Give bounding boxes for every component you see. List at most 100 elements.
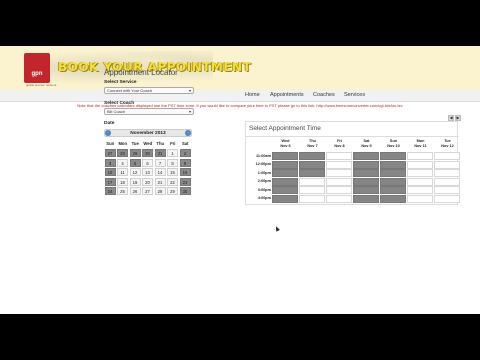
next-week-button[interactable]: ▶ xyxy=(455,115,461,121)
time-slot-booked[interactable] xyxy=(299,169,325,177)
time-slot-open[interactable] xyxy=(407,194,433,203)
calendar-day[interactable]: 21 xyxy=(154,177,166,186)
calendar-day[interactable]: 28 xyxy=(154,187,166,195)
prev-month-button[interactable]: ‹ xyxy=(105,130,111,136)
calendar-day[interactable]: 18 xyxy=(117,177,128,186)
time-slot-booked[interactable] xyxy=(272,186,298,194)
calendar-day[interactable]: 16 xyxy=(179,168,191,176)
date-picker: November 2013 ‹ › Sun Mon Tue Wed Thu Fri Sat … xyxy=(104,129,192,242)
calendar-day[interactable]: 24 xyxy=(104,187,116,195)
time-slot-open[interactable] xyxy=(434,177,460,186)
header-banner: gpn global premier network BOOK YOUR APP… xyxy=(0,46,480,90)
calendar-day[interactable]: 30 xyxy=(179,187,191,195)
nav-coaches[interactable]: Coaches xyxy=(313,92,335,98)
time-slot-booked[interactable] xyxy=(272,194,298,203)
calendar-day[interactable]: 9 xyxy=(179,158,191,167)
time-slot-open[interactable] xyxy=(407,152,433,160)
time-slot-booked[interactable] xyxy=(380,152,406,160)
time-slot-booked[interactable] xyxy=(299,160,325,169)
time-slot-open[interactable] xyxy=(434,194,460,203)
column-date: Nov 6 xyxy=(280,143,291,148)
calendar-day[interactable]: 11 xyxy=(117,168,128,176)
calendar-day[interactable]: 2 xyxy=(179,149,191,157)
calendar-day[interactable]: 22 xyxy=(167,177,178,186)
gpn-logo[interactable]: gpn xyxy=(24,53,50,83)
time-slot-booked[interactable] xyxy=(272,160,298,169)
next-month-button[interactable]: › xyxy=(185,130,191,136)
timezone-notice: Note that the coaches calendars displaye… xyxy=(77,103,403,108)
time-slot-booked[interactable] xyxy=(353,186,379,194)
time-slot-booked[interactable] xyxy=(380,194,406,203)
time-row-label: 3:00pm xyxy=(257,187,271,192)
calendar-day[interactable]: 29 xyxy=(129,149,141,157)
calendar-day[interactable]: 28 xyxy=(117,149,128,157)
time-slot-open[interactable] xyxy=(326,169,352,177)
calendar-day[interactable]: 14 xyxy=(154,168,166,176)
time-slot-booked[interactable] xyxy=(353,194,379,203)
calendar-day[interactable]: 19 xyxy=(129,177,141,186)
time-slot-booked[interactable] xyxy=(353,169,379,177)
time-slot-open[interactable] xyxy=(326,152,352,160)
time-slot-open[interactable] xyxy=(326,160,352,169)
service-select[interactable]: Connect with Your Coach xyxy=(104,87,194,94)
prev-week-button[interactable]: ◀ xyxy=(448,115,454,121)
time-slot-booked[interactable] xyxy=(272,169,298,177)
time-slot-open[interactable] xyxy=(434,169,460,177)
time-slot-booked[interactable] xyxy=(353,160,379,169)
calendar-day[interactable]: 8 xyxy=(167,158,178,167)
calendar-day[interactable]: 3 xyxy=(104,158,116,167)
nav-home[interactable]: Home xyxy=(245,92,260,98)
time-slot-open[interactable] xyxy=(326,194,352,203)
time-slot-booked[interactable] xyxy=(380,186,406,194)
calendar-day[interactable]: 7 xyxy=(154,158,166,167)
time-slot-open[interactable] xyxy=(299,177,325,186)
calendar-day[interactable]: 5 xyxy=(129,158,141,167)
calendar-day[interactable]: 27 xyxy=(142,187,153,195)
time-slot-open[interactable] xyxy=(434,152,460,160)
nav-appointments[interactable]: Appointments xyxy=(270,92,304,98)
calendar-day[interactable]: 6 xyxy=(142,158,153,167)
time-slot-open[interactable] xyxy=(434,186,460,194)
time-row-label: 12:00pm xyxy=(255,162,271,166)
coach-select[interactable]: Bill Coach xyxy=(104,108,194,115)
calendar-weekday: Fri xyxy=(170,141,176,146)
calendar-day[interactable]: 12 xyxy=(129,168,141,176)
calendar-day[interactable]: 10 xyxy=(104,168,116,176)
time-slot-open[interactable] xyxy=(299,186,325,194)
time-slot-open[interactable] xyxy=(407,160,433,169)
calendar-day[interactable]: 15 xyxy=(167,168,178,176)
calendar-day[interactable]: 13 xyxy=(142,168,153,176)
calendar-day[interactable]: 23 xyxy=(179,177,191,186)
time-slot-open[interactable] xyxy=(407,186,433,194)
logo-subtitle: global premier network xyxy=(26,83,57,87)
time-slot-open[interactable] xyxy=(299,194,325,203)
time-slot-booked[interactable] xyxy=(380,160,406,169)
main-nav: Home Appointments Coaches Services xyxy=(0,90,480,102)
time-slot-open[interactable] xyxy=(407,169,433,177)
time-slot-open[interactable] xyxy=(407,177,433,186)
calendar-day[interactable]: 31 xyxy=(154,149,166,157)
calendar-day[interactable]: 4 xyxy=(117,158,128,167)
calendar-day[interactable]: 30 xyxy=(142,149,153,157)
calendar-day[interactable]: 29 xyxy=(167,187,178,195)
calendar-day[interactable]: 27 xyxy=(104,149,116,157)
time-slot-booked[interactable] xyxy=(299,152,325,160)
nav-services[interactable]: Services xyxy=(344,92,365,98)
calendar-weekday: Wed xyxy=(143,141,153,146)
calendar-day[interactable]: 26 xyxy=(129,187,141,195)
calendar-header: November 2013 xyxy=(104,129,192,137)
time-slot-open[interactable] xyxy=(326,177,352,186)
time-slot-open[interactable] xyxy=(326,186,352,194)
time-slot-open[interactable] xyxy=(434,160,460,169)
time-slot-booked[interactable] xyxy=(353,152,379,160)
time-slot-booked[interactable] xyxy=(353,177,379,186)
appointment-panel-title: Select Appointment Time xyxy=(249,125,321,132)
calendar-day[interactable]: 20 xyxy=(142,177,153,186)
calendar-day[interactable]: 17 xyxy=(104,177,116,186)
calendar-day[interactable]: 1 xyxy=(167,149,178,157)
time-slot-booked[interactable] xyxy=(272,177,298,186)
time-slot-booked[interactable] xyxy=(272,152,298,160)
calendar-day[interactable]: 25 xyxy=(117,187,128,195)
time-slot-booked[interactable] xyxy=(380,169,406,177)
time-slot-booked[interactable] xyxy=(380,177,406,186)
